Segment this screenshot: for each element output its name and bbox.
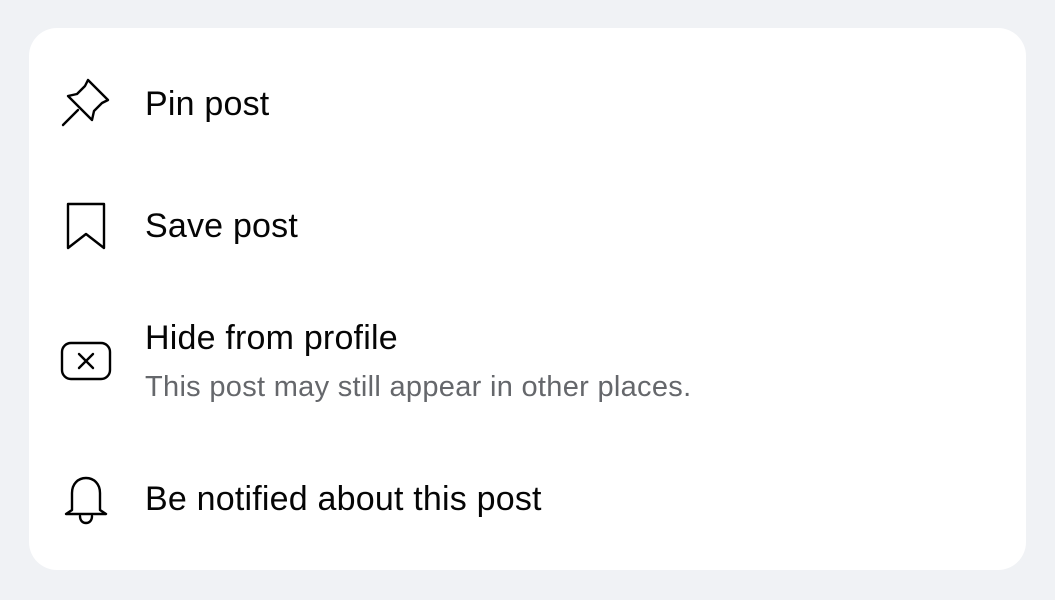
post-options-menu: Pin post Save post Hide from profile Thi… <box>29 28 1026 570</box>
bell-icon <box>57 470 115 528</box>
save-post-label: Save post <box>145 207 299 245</box>
notify-post-option[interactable]: Be notified about this post <box>29 448 1026 552</box>
hide-from-profile-description: This post may still appear in other plac… <box>145 371 692 403</box>
notify-post-label: Be notified about this post <box>145 480 542 518</box>
pin-icon <box>57 73 115 131</box>
pin-post-label: Pin post <box>145 85 270 123</box>
hide-x-icon <box>57 332 115 390</box>
bookmark-icon <box>57 197 115 255</box>
hide-from-profile-label: Hide from profile <box>145 319 398 357</box>
save-post-option[interactable]: Save post <box>29 174 1026 278</box>
hide-from-profile-option[interactable]: Hide from profile This post may still ap… <box>29 300 1026 424</box>
pin-post-option[interactable]: Pin post <box>29 50 1026 154</box>
